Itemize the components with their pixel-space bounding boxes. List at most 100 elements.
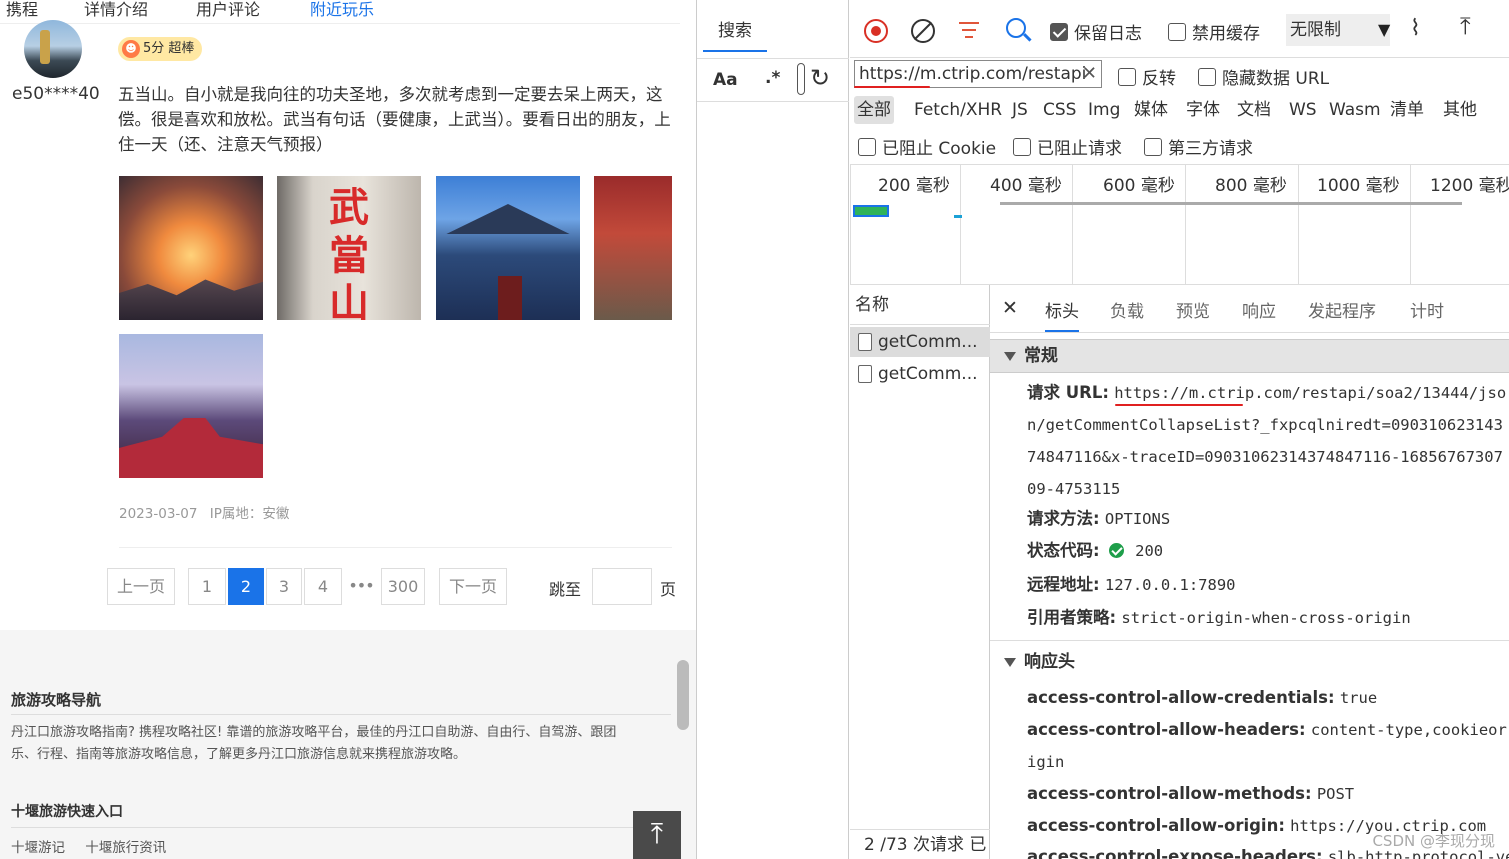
record-stop-icon[interactable] [864,19,888,43]
network-conditions-icon[interactable]: ⌇ [1410,16,1421,41]
review-photo[interactable] [119,334,263,478]
request-name: getComm... [878,364,978,384]
type-filter-js[interactable]: JS [1009,96,1031,124]
chevron-down-icon[interactable]: ▼ [1378,20,1390,39]
search-toolbar: Aa .* ↻ [697,58,849,102]
filter-icon[interactable] [959,22,979,40]
status-value: 200 [1135,542,1164,560]
checkbox-icon [1168,22,1186,41]
section-general-title: 常规 [1024,346,1058,366]
tab-timing[interactable]: 计时 [1410,297,1444,322]
request-row[interactable]: getComm... [850,359,990,389]
timeline-tick-label: 200 毫秒 [878,176,950,196]
footer-link[interactable]: 十堰游记 [11,840,65,856]
tab-payload[interactable]: 负载 [1110,297,1144,322]
type-filter-doc[interactable]: 文档 [1234,96,1274,124]
nav-item[interactable]: 详情介绍 [84,0,148,20]
username[interactable]: e50****40 [12,84,100,104]
type-filter-wasm[interactable]: Wasm [1326,96,1384,124]
devtools-panel: 搜索 Aa .* ↻ 保留日志 禁用缓存 无限制 ▼ ⌇ ⤒ https://m… [696,0,1509,859]
section-response-headers[interactable]: 响应头 [990,645,1509,679]
close-icon[interactable]: ✕ [1082,61,1097,87]
type-filter-font[interactable]: 字体 [1183,96,1223,124]
page-button-active[interactable]: 2 [228,568,264,605]
score-label: 5分 超棒 [143,41,195,56]
page-button[interactable]: 1 [188,568,226,605]
tab-headers[interactable]: 标头 [1045,297,1079,332]
type-filter-other[interactable]: 其他 [1440,96,1480,124]
next-page-button[interactable]: 下一页 [439,568,507,605]
jump-page-input[interactable] [592,568,652,605]
name-column-header[interactable]: 名称 [850,285,990,325]
blocked-cookies-checkbox[interactable]: 已阻止 Cookie [858,134,996,159]
header-value: true [1339,689,1378,707]
nav-item[interactable]: 携程 [6,0,38,20]
nav-item[interactable]: 用户评论 [196,0,260,20]
invert-label: 反转 [1142,69,1176,89]
success-check-icon [1108,543,1124,558]
avatar[interactable] [24,20,82,78]
section-general[interactable]: 常规 [990,339,1509,373]
disable-cache-checkbox[interactable]: 禁用缓存 [1168,19,1260,44]
timeline-gridline [960,165,961,285]
footer-link[interactable]: 十堰旅行资讯 [85,840,166,856]
type-filter-all[interactable]: 全部 [854,96,894,124]
watermark-text: CSDN @李现分现 [1372,832,1495,850]
nav-item[interactable]: 附近玩乐 [310,0,374,20]
page-button[interactable]: 3 [266,568,302,605]
refresh-icon[interactable]: ↻ [810,64,830,92]
request-url-key: 请求 URL: [1027,383,1109,402]
clear-icon[interactable] [911,19,935,43]
review-text: 五当山。自小就是我向往的功夫圣地，多次就考虑到一定要去呆上两天，这偿。很是喜欢和… [118,85,671,154]
review-photo[interactable]: 武當山 [277,176,421,320]
header-key: access-control-allow-credentials: [1027,688,1335,707]
throttle-select[interactable]: 无限制 [1286,14,1390,46]
preserve-log-checkbox[interactable]: 保留日志 [1050,19,1142,44]
type-filter-fetch-xhr[interactable]: Fetch/XHR [911,96,1005,124]
method-value: OPTIONS [1104,510,1171,528]
third-party-checkbox[interactable]: 第三方请求 [1144,134,1253,159]
request-row[interactable]: getComm... [850,327,990,357]
review-photo[interactable] [436,176,580,320]
type-filter-img[interactable]: Img [1085,96,1123,124]
referrer-policy-key: 引用者策略: [1027,608,1117,627]
search-pane: 搜索 Aa .* ↻ [697,0,849,859]
jump-suffix: 页 [660,580,677,599]
type-filter-ws[interactable]: WS [1286,96,1320,124]
type-filter-media[interactable]: 媒体 [1131,96,1171,124]
footer-divider [11,714,671,715]
type-filter-css[interactable]: CSS [1040,96,1079,124]
review-ip: IP属地：安徽 [209,506,290,522]
timeline-request-bar [853,205,889,217]
scrollbar-thumb[interactable] [677,660,689,730]
jump-label: 跳至 [549,580,582,599]
timeline-gridline [850,165,851,285]
checkbox-icon [1198,67,1216,86]
prev-page-button[interactable]: 上一页 [107,568,175,605]
remote-address-key: 远程地址: [1027,575,1100,594]
tab-response[interactable]: 响应 [1242,297,1276,322]
invert-checkbox[interactable]: 反转 [1118,64,1176,89]
tab-search[interactable]: 搜索 [703,10,767,52]
blocked-requests-checkbox[interactable]: 已阻止请求 [1013,134,1122,159]
timeline-request-bar [954,215,962,218]
review-photo[interactable] [594,176,672,320]
review-photo[interactable] [119,176,263,320]
blocked-cookies-label: 已阻止 Cookie [882,139,997,159]
tab-initiator[interactable]: 发起程序 [1308,297,1376,322]
search-icon[interactable] [1006,18,1032,42]
hide-data-urls-checkbox[interactable]: 隐藏数据 URL [1198,64,1329,89]
page-button[interactable]: 4 [304,568,342,605]
back-to-top-button[interactable]: ⤒ [633,811,681,859]
match-case-button[interactable]: Aa [713,70,738,90]
tab-preview[interactable]: 预览 [1176,297,1210,322]
page-button[interactable]: 300 [381,568,425,605]
timeline-overview[interactable]: 200 毫秒 400 毫秒 600 毫秒 800 毫秒 1000 毫秒 1200… [850,165,1509,285]
close-icon[interactable]: ✕ [1002,297,1018,319]
header-key: access-control-allow-methods: [1027,784,1312,803]
timeline-tick-label: 1200 毫秒 [1430,176,1509,196]
type-filter-manifest[interactable]: 清单 [1387,96,1427,124]
regex-button[interactable]: .* [765,68,780,88]
filter-input[interactable]: https://m.ctrip.com/restapi ✕ [854,60,1102,88]
import-har-icon[interactable]: ⤒ [1460,12,1471,40]
